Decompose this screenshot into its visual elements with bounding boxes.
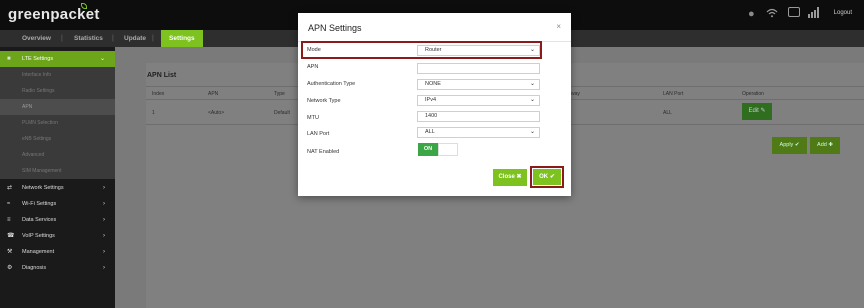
col-header-lan-port: LAN Port (663, 91, 684, 97)
ok-button-label: OK (539, 174, 549, 180)
nat-toggle-on[interactable]: ON (418, 143, 438, 156)
sidebar-item-label: Diagnosis (22, 265, 47, 271)
phone-icon: ☎ (7, 233, 15, 239)
sidebar-item-label: Wi-Fi Settings (22, 201, 57, 207)
sidebar-item-lte-settings[interactable]: ■ LTE Settings ⌄ (0, 51, 115, 67)
sidebar: ■ LTE Settings ⌄ Interface Info Radio Se… (0, 47, 115, 308)
sidebar-item-wifi-settings[interactable]: ≈ Wi-Fi Settings › (0, 196, 115, 212)
sidebar-sub-apn[interactable]: APN (0, 99, 115, 115)
cell-lan-port: ALL (663, 110, 672, 116)
auth-type-value: NONE (425, 81, 441, 87)
nat-enabled-label: NAT Enabled (307, 149, 340, 155)
apn-list-title: APN List (147, 72, 177, 79)
sidebar-item-management[interactable]: ⚒ Management › (0, 244, 115, 260)
lan-port-value: ALL (425, 129, 435, 135)
col-header-apn: APN (208, 91, 219, 97)
sidebar-sub-advanced[interactable]: Advanced (0, 147, 115, 163)
sliders-icon: ≡ (7, 217, 11, 223)
col-header-type: Type (274, 91, 285, 97)
nav-separator: | (152, 35, 154, 42)
sidebar-item-label: Management (22, 249, 55, 255)
sidebar-item-label: LTE Settings (22, 56, 54, 62)
sidebar-item-label: Network Settings (22, 185, 64, 191)
modal-title: APN Settings (308, 23, 362, 33)
apn-input[interactable] (417, 63, 540, 74)
wifi-icon: ≈ (7, 201, 11, 207)
sidebar-item-label: VoIP Settings (22, 233, 55, 239)
nav-separator: | (61, 35, 63, 42)
ok-button[interactable]: OK ✔ (533, 169, 561, 185)
auth-type-select[interactable]: NONE ⌄ (417, 79, 540, 90)
network-type-value: IPv4 (425, 97, 437, 103)
lan-port-select[interactable]: ALL ⌄ (417, 127, 540, 138)
logout-link[interactable]: Logout (834, 10, 852, 16)
nat-toggle-off[interactable] (438, 143, 458, 156)
chevron-right-icon: › (103, 217, 105, 223)
mtu-label: MTU (307, 115, 319, 121)
close-button[interactable]: Close ✖ (493, 169, 527, 186)
col-header-gateway: way (571, 91, 580, 97)
plus-icon: ✚ (828, 142, 833, 148)
cell-type: Default (274, 110, 290, 116)
sidebar-sub-sim-management[interactable]: SIM Management (0, 163, 115, 179)
chevron-right-icon: › (103, 201, 105, 207)
network-icon: ⇄ (7, 185, 13, 191)
nav-separator: | (112, 35, 114, 42)
sidebar-sub-radio-settings[interactable]: Radio Settings (0, 83, 115, 99)
chevron-down-icon: ⌄ (529, 97, 535, 103)
check-icon: ✔ (794, 142, 800, 148)
sidebar-sub-enb-settings[interactable]: eNB Settings (0, 131, 115, 147)
mode-highlight (301, 41, 542, 59)
apply-button-label: Apply (779, 142, 794, 148)
signal-icon (808, 7, 819, 18)
network-type-select[interactable]: IPv4 ⌄ (417, 95, 540, 106)
sidebar-item-data-services[interactable]: ≡ Data Services › (0, 212, 115, 228)
apply-button[interactable]: Apply ✔ (772, 137, 807, 154)
edit-button-label: Edit (748, 108, 759, 114)
cell-index: 1 (152, 110, 155, 116)
check-icon: ✔ (549, 174, 555, 180)
col-header-index: Index (152, 91, 165, 97)
tab-statistics[interactable]: Statistics (74, 30, 103, 47)
network-type-label: Network Type (307, 98, 341, 104)
logo-leaf-icon (81, 3, 87, 9)
lan-port-label: LAN Port (307, 131, 330, 137)
close-icon[interactable]: × (556, 22, 561, 31)
chevron-right-icon: › (103, 249, 105, 255)
add-button-label: Add (817, 142, 827, 148)
sidebar-item-label: Data Services (22, 217, 57, 223)
close-button-label: Close (498, 174, 515, 180)
sidebar-sub-interface-info[interactable]: Interface Info (0, 67, 115, 83)
gear-icon: ⚙ (7, 265, 13, 271)
sidebar-item-network-settings[interactable]: ⇄ Network Settings › (0, 180, 115, 196)
cell-apn: <Auto> (208, 110, 225, 116)
tab-update[interactable]: Update (124, 30, 146, 47)
sidebar-item-voip-settings[interactable]: ☎ VoIP Settings › (0, 228, 115, 244)
apn-label: APN (307, 64, 319, 70)
sidebar-sub-plmn-selection[interactable]: PLMN Selection (0, 115, 115, 131)
battery-icon (788, 7, 800, 17)
bulb-icon: ● (748, 8, 755, 20)
lte-icon: ■ (7, 56, 11, 62)
close-icon: ✖ (516, 174, 522, 180)
edit-icon: ✎ (760, 108, 766, 114)
tab-overview[interactable]: Overview (22, 30, 51, 47)
auth-type-label: Authentication Type (307, 81, 356, 87)
chevron-right-icon: › (103, 265, 105, 271)
chevron-right-icon: › (103, 233, 105, 239)
chevron-down-icon: ⌄ (529, 129, 535, 135)
chevron-down-icon: ⌄ (99, 56, 105, 62)
chevron-down-icon: ⌄ (529, 81, 535, 87)
sidebar-item-diagnosis[interactable]: ⚙ Diagnosis › (0, 260, 115, 276)
mtu-input[interactable]: 1400 (417, 111, 540, 122)
mtu-value: 1400 (425, 113, 438, 119)
wifi-icon (766, 8, 778, 18)
add-button[interactable]: Add ✚ (810, 137, 840, 154)
edit-button[interactable]: Edit ✎ (742, 103, 772, 120)
wrench-icon: ⚒ (7, 249, 13, 255)
tab-settings[interactable]: Settings (161, 30, 203, 47)
chevron-right-icon: › (103, 185, 105, 191)
col-header-operation: Operation (742, 91, 764, 97)
